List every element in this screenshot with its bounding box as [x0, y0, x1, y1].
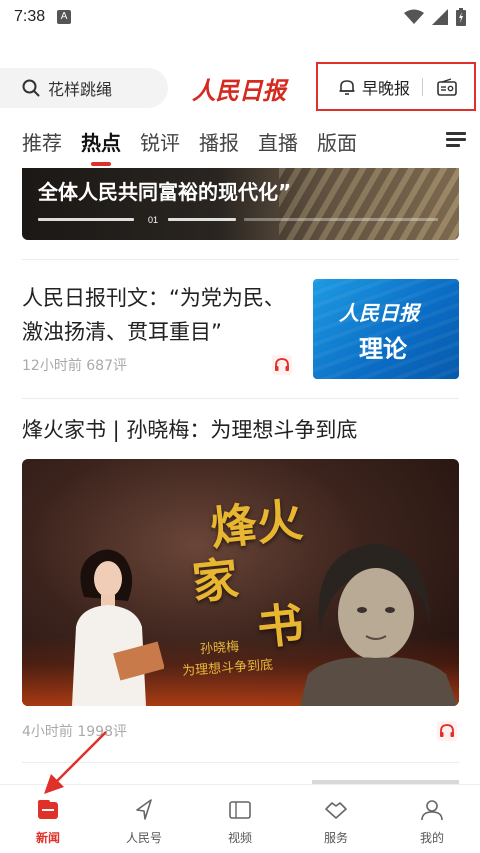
newspaper-icon: [38, 800, 58, 819]
channel-menu-icon[interactable]: [446, 132, 466, 148]
poster-title-line: 烽火: [207, 492, 306, 556]
morning-evening-brief-button[interactable]: 早晚报: [316, 62, 476, 111]
nav-label: 服务: [323, 831, 348, 845]
divider: [22, 398, 459, 399]
article-title: 人民日报刊文：“为党为民、激浊扬清、贯耳重目”: [22, 286, 285, 344]
tab-hot[interactable]: 热点: [81, 127, 121, 166]
nav-video[interactable]: 视频: [192, 785, 288, 853]
poster-title-line: 书: [254, 596, 306, 656]
indicator-bar: [38, 218, 134, 221]
tab-commentary[interactable]: 锐评: [140, 127, 180, 156]
divider: [22, 762, 459, 763]
indicator-number: 01: [148, 215, 159, 225]
portrait-woman-white-shirt: [72, 549, 164, 706]
brief-label: 早晚报: [362, 78, 411, 98]
radio-icon: [437, 77, 457, 96]
paper-plane-icon: [136, 799, 152, 820]
tab-broadcast[interactable]: 播报: [199, 127, 239, 156]
bell-icon: [339, 79, 355, 95]
article-image[interactable]: 烽火 家 书 孙晓梅 为理想斗争到底: [22, 459, 459, 706]
thumbnail-word: 理论: [359, 335, 407, 363]
divider: [422, 77, 424, 96]
indicator-bar: [244, 218, 438, 221]
status-icons: [404, 8, 466, 26]
nav-label: 我的: [419, 831, 444, 845]
article-meta: 4小时前 1998评: [22, 724, 127, 740]
nav-label: 人民号: [125, 831, 162, 845]
headphones-icon[interactable]: [437, 721, 457, 745]
carousel-indicator: 01: [38, 215, 438, 232]
poster-subtitle: 孙晓梅: [199, 639, 240, 658]
search-placeholder: 花样跳绳: [48, 80, 113, 99]
svg-text:人民日报: 人民日报: [192, 76, 289, 105]
wifi-icon: [404, 9, 424, 24]
nav-label: 视频: [227, 831, 252, 845]
status-bar: 7:38 A: [0, 0, 480, 34]
nav-services[interactable]: 服务: [288, 785, 384, 853]
signal-icon: [432, 9, 448, 25]
carousel-banner[interactable]: 全体人民共同富裕的现代化” 01: [22, 168, 459, 240]
handshake-icon: [325, 802, 347, 819]
banner-title: 全体人民共同富裕的现代化”: [38, 180, 292, 204]
nav-peoples-account[interactable]: 人民号: [96, 785, 192, 853]
bottom-navigation: 新闻 人民号 视频 服务 我的: [0, 784, 480, 853]
app-screen: 7:38 A 花样跳绳 人民日报 早晚报 推荐 热点 锐评 播报 直播 版面 全…: [0, 0, 480, 853]
video-icon: [229, 801, 251, 819]
nav-news[interactable]: 新闻: [0, 785, 96, 853]
tab-fade: [394, 118, 444, 164]
nav-profile[interactable]: 我的: [384, 785, 480, 853]
tab-live[interactable]: 直播: [258, 127, 298, 156]
battery-icon: [456, 8, 466, 26]
peoples-daily-logo: 人民日报: [192, 76, 289, 105]
nav-label: 新闻: [35, 831, 60, 845]
indicator-bar: [168, 218, 236, 221]
user-icon: [421, 800, 443, 821]
tab-layout[interactable]: 版面: [317, 127, 357, 156]
divider: [22, 259, 459, 260]
headphones-icon[interactable]: [272, 355, 292, 379]
radio-button[interactable]: [437, 77, 457, 96]
tab-recommend[interactable]: 推荐: [22, 127, 62, 156]
article-title[interactable]: 烽火家书 | 孙晓梅：为理想斗争到底: [22, 414, 459, 444]
article-card[interactable]: 人民日报刊文：“为党为民、激浊扬清、贯耳重目” 12小时前 687评 人民日报 …: [22, 279, 459, 379]
notification-badge-icon: A: [57, 10, 72, 24]
thumbnail-brand: 人民日报: [339, 301, 419, 325]
article-thumbnail[interactable]: 人民日报 理论: [313, 279, 459, 379]
poster-title: 烽火 家 书: [184, 492, 316, 660]
status-time: 7:38: [14, 8, 46, 25]
search-bar[interactable]: 花样跳绳: [0, 68, 168, 108]
top-header: 花样跳绳 人民日报 早晚报: [0, 62, 480, 114]
article-meta: 12小时前 687评: [22, 358, 127, 374]
portrait-woman-historical: [300, 544, 458, 706]
search-icon: [22, 79, 40, 97]
